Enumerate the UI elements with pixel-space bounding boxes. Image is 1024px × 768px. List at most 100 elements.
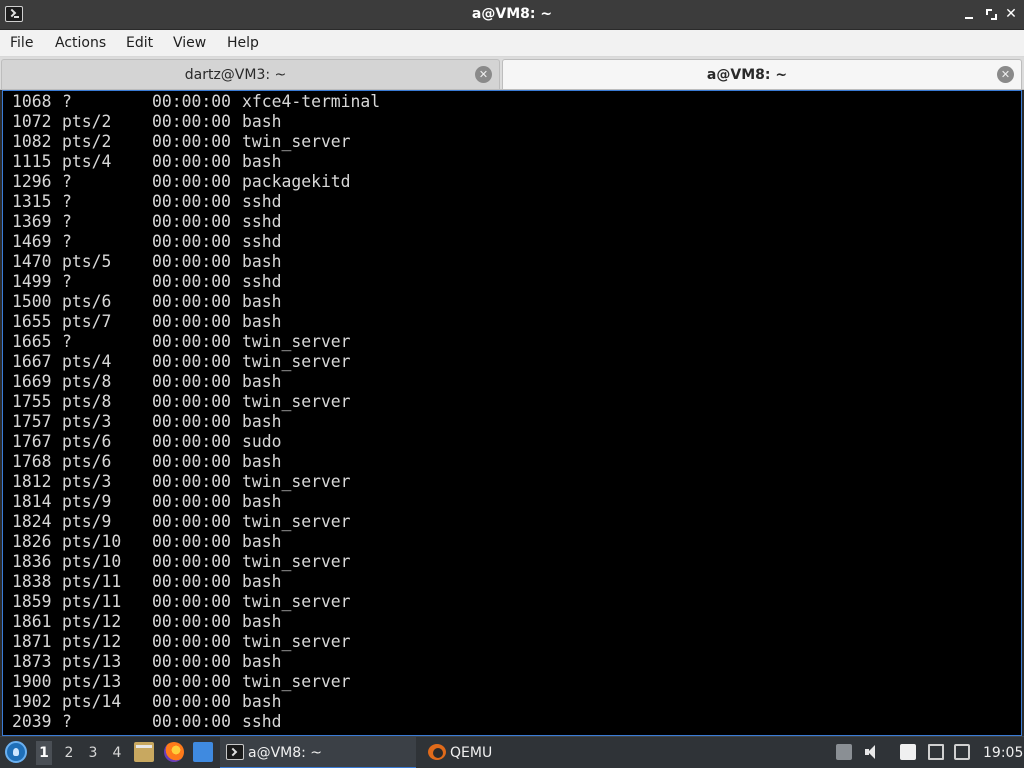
process-tty: pts/4: [62, 352, 112, 371]
menu-actions[interactable]: Actions: [55, 35, 106, 51]
notes-icon[interactable]: [900, 744, 916, 760]
workspace-3[interactable]: 3: [85, 745, 101, 761]
process-time: 00:00:00: [152, 572, 231, 591]
process-command: twin_server: [242, 512, 351, 531]
process-time: 00:00:00: [152, 212, 231, 231]
firefox-icon[interactable]: [164, 742, 184, 762]
process-command: bash: [242, 312, 282, 331]
process-command: sshd: [242, 232, 282, 251]
process-time: 00:00:00: [152, 632, 231, 651]
process-pid: 1665: [12, 332, 52, 351]
process-pid: 1369: [12, 212, 52, 231]
tab-dartz-vm3[interactable]: dartz@VM3: ~ ✕: [1, 59, 500, 89]
show-desktop-icon[interactable]: [193, 742, 213, 762]
maximize-icon[interactable]: [984, 7, 998, 21]
process-time: 00:00:00: [152, 192, 231, 211]
process-time: 00:00:00: [152, 132, 231, 151]
process-pid: 1873: [12, 652, 52, 671]
process-pid: 1767: [12, 432, 52, 451]
process-tty: pts/12: [62, 632, 122, 651]
process-tty: pts/8: [62, 392, 112, 411]
process-tty: pts/6: [62, 432, 112, 451]
process-time: 00:00:00: [152, 552, 231, 571]
clock[interactable]: 19:05: [983, 745, 1023, 761]
process-pid: 1812: [12, 472, 52, 491]
process-tty: pts/9: [62, 492, 112, 511]
process-command: sshd: [242, 212, 282, 231]
process-time: 00:00:00: [152, 352, 231, 371]
process-time: 00:00:00: [152, 412, 231, 431]
process-pid: 1755: [12, 392, 52, 411]
notification-icon[interactable]: [954, 744, 970, 760]
task-qemu[interactable]: QEMU: [422, 737, 622, 768]
tab-a-vm8[interactable]: a@VM8: ~ ✕: [502, 59, 1022, 89]
tab-close-icon[interactable]: ✕: [997, 66, 1014, 83]
process-time: 00:00:00: [152, 672, 231, 691]
process-tty: pts/2: [62, 112, 112, 131]
process-pid: 1838: [12, 572, 52, 591]
process-command: sshd: [242, 272, 282, 291]
clipboard-icon[interactable]: [836, 744, 852, 760]
process-tty: pts/12: [62, 612, 122, 631]
process-time: 00:00:00: [152, 292, 231, 311]
tab-close-icon[interactable]: ✕: [475, 66, 492, 83]
menu-edit[interactable]: Edit: [126, 35, 153, 51]
minimize-icon[interactable]: [962, 7, 976, 21]
process-tty: pts/10: [62, 532, 122, 551]
process-tty: pts/6: [62, 292, 112, 311]
workspace-4[interactable]: 4: [109, 745, 125, 761]
tab-label: a@VM8: ~: [706, 67, 788, 83]
process-command: bash: [242, 452, 282, 471]
process-command: packagekitd: [242, 172, 351, 191]
process-command: sudo: [242, 432, 282, 451]
process-time: 00:00:00: [152, 232, 231, 251]
process-time: 00:00:00: [152, 692, 231, 711]
process-time: 00:00:00: [152, 712, 231, 731]
process-tty: pts/3: [62, 472, 112, 491]
workspace-1[interactable]: 1: [36, 741, 52, 765]
menu-file[interactable]: File: [10, 35, 33, 51]
process-tty: ?: [62, 232, 72, 251]
process-pid: 1814: [12, 492, 52, 511]
task-terminal[interactable]: a@VM8: ~: [220, 737, 416, 768]
process-time: 00:00:00: [152, 272, 231, 291]
process-tty: pts/9: [62, 512, 112, 531]
close-icon[interactable]: ✕: [1004, 7, 1018, 21]
process-time: 00:00:00: [152, 152, 231, 171]
process-command: bash: [242, 112, 282, 131]
menu-view[interactable]: View: [173, 35, 206, 51]
process-tty: pts/6: [62, 452, 112, 471]
process-pid: 1315: [12, 192, 52, 211]
process-time: 00:00:00: [152, 472, 231, 491]
process-command: twin_server: [242, 592, 351, 611]
terminal-output[interactable]: 1068? 00:00:00 xfce4-terminal 1072 pts/2 00:0…: [2, 90, 1022, 736]
network-icon[interactable]: [928, 744, 944, 760]
process-command: bash: [242, 252, 282, 271]
process-pid: 1470: [12, 252, 52, 271]
process-tty: pts/11: [62, 572, 122, 591]
process-command: twin_server: [242, 352, 351, 371]
process-tty: pts/13: [62, 672, 122, 691]
process-command: sshd: [242, 712, 282, 731]
process-command: bash: [242, 152, 282, 171]
process-time: 00:00:00: [152, 452, 231, 471]
workspace-2[interactable]: 2: [61, 745, 77, 761]
process-pid: 1068: [12, 92, 52, 111]
process-pid: 1900: [12, 672, 52, 691]
volume-icon[interactable]: [864, 744, 880, 760]
process-time: 00:00:00: [152, 252, 231, 271]
process-tty: ?: [62, 172, 72, 191]
task-label: QEMU: [450, 745, 493, 761]
file-manager-icon[interactable]: [134, 742, 154, 762]
start-menu-icon[interactable]: [5, 741, 27, 763]
qemu-icon: [428, 744, 446, 760]
process-command: twin_server: [242, 672, 351, 691]
process-pid: 1469: [12, 232, 52, 251]
process-pid: 1871: [12, 632, 52, 651]
process-pid: 1669: [12, 372, 52, 391]
process-command: bash: [242, 652, 282, 671]
process-time: 00:00:00: [152, 112, 231, 131]
menu-help[interactable]: Help: [227, 35, 259, 51]
process-pid: 1499: [12, 272, 52, 291]
process-time: 00:00:00: [152, 512, 231, 531]
